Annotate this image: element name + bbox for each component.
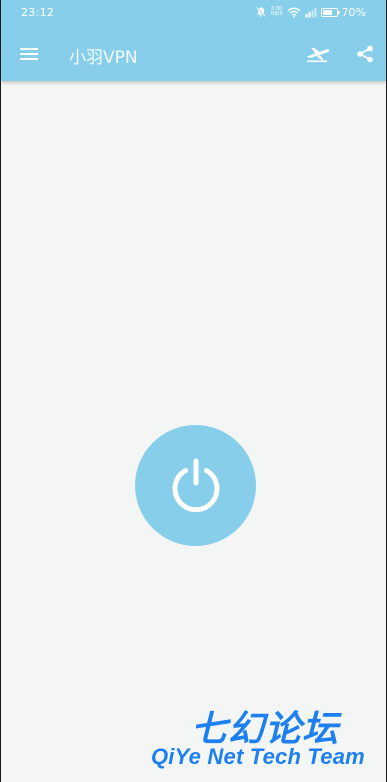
watermark: 七幻论坛 QiYe Net Tech Team xyxy=(151,700,365,780)
alarm-muted-icon xyxy=(255,6,267,18)
airplane-mode-button[interactable] xyxy=(302,38,334,70)
hamburger-menu-icon xyxy=(20,48,38,60)
cellular-signal-icon xyxy=(305,7,317,18)
battery-icon xyxy=(320,7,340,17)
battery-level xyxy=(322,9,332,15)
battery-percentage: 70% xyxy=(341,5,366,19)
watermark-english: QiYe Net Tech Team xyxy=(151,744,365,769)
status-icons: 0.00 KB/S 70% xyxy=(255,4,366,20)
connect-power-button[interactable] xyxy=(135,425,256,546)
status-time: 23:12 xyxy=(21,6,55,19)
status-bar: 23:12 0.00 KB/S 70% xyxy=(1,0,386,25)
wifi-icon xyxy=(287,7,301,18)
toolbar: 小羽VPN xyxy=(1,30,386,78)
app-bar: 23:12 0.00 KB/S 70% 小羽VPN xyxy=(1,0,386,81)
app-screen: 23:12 0.00 KB/S 70% 小羽VPN 七幻论坛 QiYe Net … xyxy=(1,0,386,782)
menu-button[interactable] xyxy=(13,38,45,70)
net-speed-unit: KB/S xyxy=(270,11,283,17)
share-button[interactable] xyxy=(349,38,381,70)
share-icon xyxy=(357,45,373,63)
power-icon xyxy=(172,458,219,512)
net-speed: 0.00 KB/S xyxy=(271,7,283,17)
app-title: 小羽VPN xyxy=(69,48,138,68)
airplane-icon xyxy=(307,47,330,63)
